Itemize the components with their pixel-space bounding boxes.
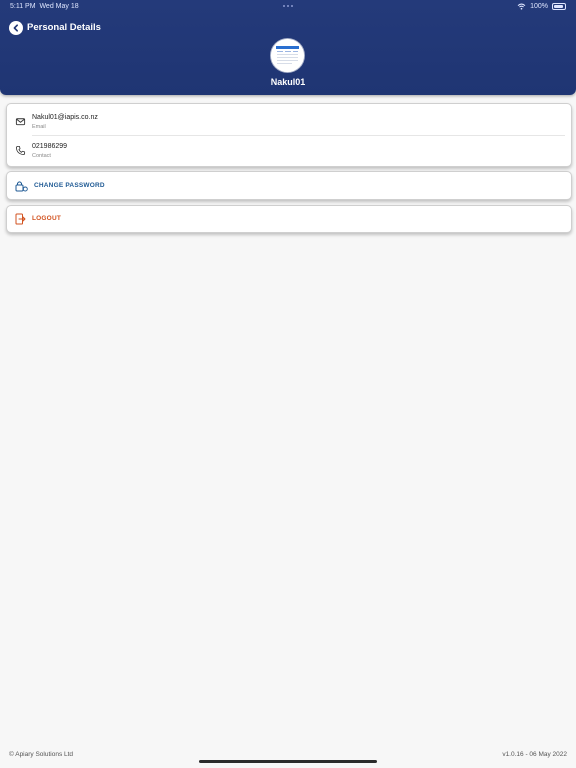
chevron-left-icon xyxy=(13,24,18,32)
page-title: Personal Details xyxy=(27,22,101,33)
copyright-text: © Apiary Solutions Ltd xyxy=(9,751,74,758)
lock-refresh-icon xyxy=(15,181,28,192)
contact-row[interactable]: 021986299 Contact xyxy=(7,135,571,166)
change-password-button[interactable]: CHANGE PASSWORD xyxy=(6,171,572,200)
email-caption: Email xyxy=(32,124,46,130)
status-bar: 5:11 PM Wed May 18 100% xyxy=(10,3,566,15)
contact-caption: Contact xyxy=(32,153,51,159)
battery-icon xyxy=(552,3,566,10)
header: 5:11 PM Wed May 18 100% Personal Details xyxy=(0,0,576,95)
status-time: 5:11 PM xyxy=(10,3,36,10)
multitasking-dots-icon[interactable] xyxy=(283,5,293,7)
avatar[interactable] xyxy=(271,39,304,72)
contact-value: 021986299 xyxy=(32,143,68,150)
status-time-date: 5:11 PM Wed May 18 xyxy=(10,3,79,10)
battery-percent: 100% xyxy=(530,3,548,10)
change-password-label: CHANGE PASSWORD xyxy=(34,182,105,189)
status-date: Wed May 18 xyxy=(39,3,79,10)
email-value: Nakul01@iapis.co.nz xyxy=(32,114,98,121)
version-text: v1.0.16 - 06 May 2022 xyxy=(502,751,567,758)
back-button[interactable] xyxy=(9,21,23,35)
wifi-icon xyxy=(517,3,526,10)
username: Nakul01 xyxy=(270,77,306,87)
email-row[interactable]: Nakul01@iapis.co.nz Email xyxy=(7,104,571,135)
home-indicator[interactable] xyxy=(199,760,377,763)
avatar-image xyxy=(271,39,304,72)
logout-icon xyxy=(15,213,26,225)
details-card: Nakul01@iapis.co.nz Email 021986299 Cont… xyxy=(6,103,572,167)
logout-button[interactable]: LOGOUT xyxy=(6,205,572,233)
phone-icon xyxy=(15,145,26,156)
logout-label: LOGOUT xyxy=(32,215,62,222)
envelope-icon xyxy=(15,118,26,126)
status-indicators: 100% xyxy=(517,3,566,10)
